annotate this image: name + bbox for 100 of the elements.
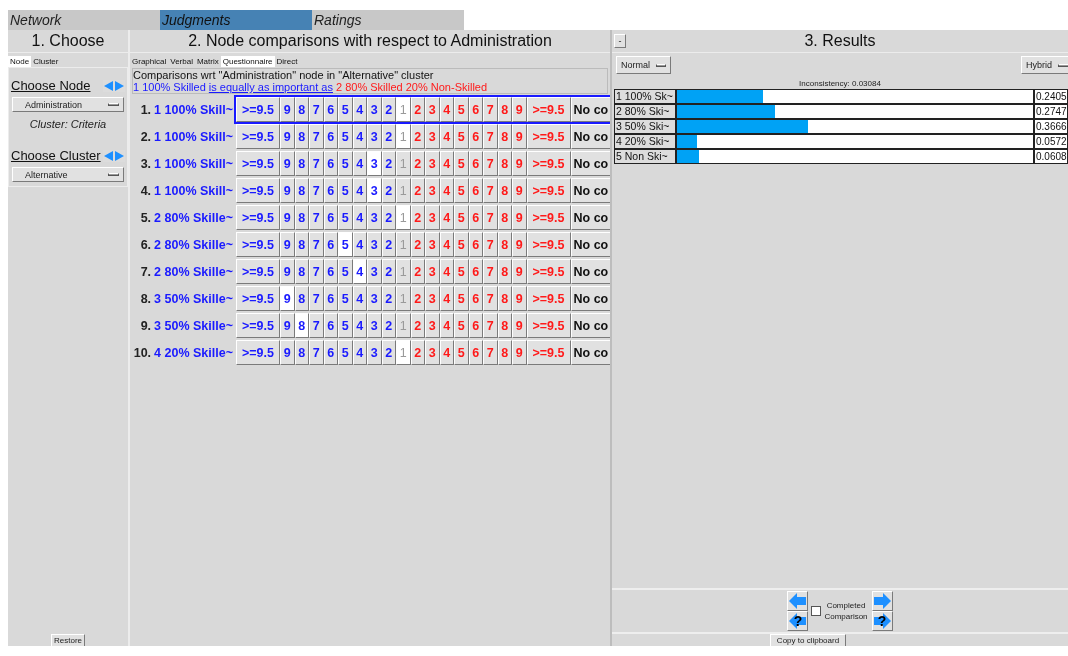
scale-button[interactable]: 7 — [309, 178, 324, 203]
help-arrow-button[interactable]: ? — [871, 611, 893, 631]
scale-button[interactable]: >=9.5 — [236, 259, 280, 284]
left-arrow-icon — [789, 593, 807, 609]
no-comparison-button[interactable]: No co — [570, 232, 610, 257]
tab[interactable]: Matrix — [194, 56, 221, 67]
scale-button[interactable]: 5 — [338, 205, 353, 230]
scale-button[interactable]: 3 — [367, 124, 382, 149]
scale-button[interactable]: 7 — [309, 205, 324, 230]
menu-tab[interactable]: Network — [8, 10, 160, 30]
scale-button[interactable]: >=9.5 — [236, 178, 280, 203]
menu-tab[interactable]: Judgments — [160, 10, 312, 30]
scale-button[interactable]: 7 — [309, 151, 324, 176]
node-name: 2 80% Skille~ — [154, 237, 233, 252]
scale-button[interactable]: 9 — [280, 178, 295, 203]
scale-button[interactable]: 5 — [338, 286, 353, 311]
restore-button[interactable]: Restore — [51, 634, 85, 646]
scale-button[interactable]: >=9.5 — [236, 286, 280, 311]
scale-button[interactable]: 7 — [309, 340, 324, 365]
scale-button[interactable]: 3 — [367, 97, 382, 122]
node-name: 4 20% Skille~ — [154, 345, 233, 360]
tab[interactable]: Cluster — [31, 56, 61, 67]
no-comparison-button[interactable]: No co — [570, 151, 610, 176]
right-arrow-icon — [873, 593, 891, 609]
choose-node-link[interactable]: Choose Node — [11, 78, 91, 93]
scale-button[interactable]: >=9.5 — [236, 313, 280, 338]
tab[interactable]: Direct — [274, 56, 300, 67]
scale-button[interactable]: 3 — [367, 178, 382, 203]
no-comparison-button[interactable]: No co — [570, 286, 610, 311]
scale-button[interactable]: 5 — [338, 97, 353, 122]
row-number: 6. — [140, 237, 152, 252]
scale-button[interactable]: 9 — [280, 205, 295, 230]
tab[interactable]: Graphical — [130, 56, 169, 67]
scale-button[interactable]: 3 — [367, 205, 382, 230]
result-name: 1 100% Sk~ — [614, 89, 676, 104]
node-dropdown[interactable]: Administration — [12, 97, 124, 112]
scale-button[interactable]: 7 — [309, 313, 324, 338]
scale-button[interactable]: 9 — [280, 97, 295, 122]
scale-button[interactable]: 7 — [309, 124, 324, 149]
relation-link[interactable]: is equally as important as — [208, 81, 333, 93]
menu-tab[interactable]: Ratings — [312, 10, 464, 30]
scale-button[interactable]: 5 — [338, 232, 353, 257]
scale-button[interactable]: 3 — [367, 313, 382, 338]
help-arrow-button[interactable]: ? — [787, 611, 809, 631]
scale-button[interactable]: 3 — [367, 286, 382, 311]
scale-button[interactable]: 9 — [280, 286, 295, 311]
no-comparison-button[interactable]: No co — [570, 205, 610, 230]
no-comparison-button[interactable]: No co — [570, 340, 610, 365]
no-comparison-button[interactable]: No co — [570, 259, 610, 284]
tab[interactable]: Questionnaire — [220, 56, 275, 67]
mode-dropdown[interactable]: Normal — [616, 56, 671, 74]
scale-button[interactable]: 3 — [367, 340, 382, 365]
scale-button[interactable]: 9 — [280, 313, 295, 338]
scale-button[interactable]: 3 — [367, 232, 382, 257]
no-comparison-button[interactable]: No co — [570, 97, 610, 122]
scale-button[interactable]: 9 — [280, 232, 295, 257]
choose-cluster-link[interactable]: Choose Cluster — [11, 148, 101, 163]
scale-button[interactable]: >=9.5 — [236, 232, 280, 257]
result-name: 5 Non Ski~ — [614, 149, 676, 164]
scale-button[interactable]: >=9.5 — [236, 124, 280, 149]
no-comparison-button[interactable]: No co — [570, 178, 610, 203]
scale-button[interactable]: 9 — [280, 124, 295, 149]
prev-next-icon[interactable] — [103, 149, 125, 162]
scale-button[interactable]: 3 — [367, 151, 382, 176]
priority-value: 0.0608 — [1034, 149, 1068, 164]
node-name: 1 100% Skill~ — [154, 156, 233, 171]
copy-button[interactable]: Copy to clipboard — [769, 634, 847, 646]
scale-button[interactable]: 7 — [309, 286, 324, 311]
row-number: 10. — [133, 345, 152, 360]
arrow-button[interactable] — [871, 591, 893, 611]
scale-button[interactable]: 5 — [338, 340, 353, 365]
method-dropdown[interactable]: Hybrid — [1021, 56, 1068, 74]
no-comparison-button[interactable]: No co — [570, 124, 610, 149]
scale-button[interactable]: >=9.5 — [236, 340, 280, 365]
scale-button[interactable]: >=9.5 — [236, 205, 280, 230]
tab[interactable]: Verbal — [168, 56, 195, 67]
scale-button[interactable]: >=9.5 — [236, 151, 280, 176]
scale-button[interactable]: 5 — [338, 313, 353, 338]
scale-button[interactable]: 5 — [338, 178, 353, 203]
priority-value: 0.2405 — [1034, 89, 1068, 104]
prev-next-icon[interactable] — [103, 79, 125, 92]
scale-button[interactable]: 7 — [309, 259, 324, 284]
scale-button[interactable]: 7 — [309, 97, 324, 122]
scale-button[interactable]: 9 — [280, 151, 295, 176]
scale-button[interactable]: 7 — [309, 232, 324, 257]
scale-button[interactable]: 5 — [338, 259, 353, 284]
arrow-button[interactable] — [787, 591, 809, 611]
tab[interactable]: Node — [8, 56, 32, 67]
dropdown-icon — [1058, 63, 1068, 67]
scale-button[interactable]: 9 — [280, 259, 295, 284]
checkbox[interactable] — [811, 606, 822, 616]
scale-button[interactable]: 5 — [338, 124, 353, 149]
scale-button[interactable]: 9 — [280, 340, 295, 365]
collapse-button[interactable]: - — [614, 34, 626, 48]
no-comparison-button[interactable]: No co — [570, 313, 610, 338]
scale-button[interactable]: 5 — [338, 151, 353, 176]
row-number: 4. — [140, 183, 152, 198]
cluster-dropdown[interactable]: Alternative — [12, 167, 124, 182]
scale-button[interactable]: 3 — [367, 259, 382, 284]
scale-button[interactable]: >=9.5 — [236, 97, 280, 122]
